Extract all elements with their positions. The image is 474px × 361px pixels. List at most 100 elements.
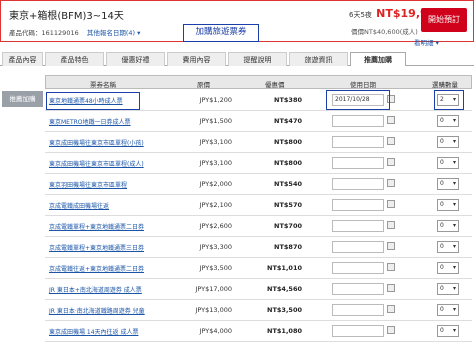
calendar-icon[interactable] <box>387 326 395 334</box>
tab-fees[interactable]: 費用內容 <box>167 52 226 66</box>
start-booking-button[interactable]: 開始預訂 <box>421 8 467 32</box>
original-price: JPY$3,100 <box>199 159 232 167</box>
ticket-highlight-box <box>46 92 140 110</box>
table-row: 東京成田機場 14天內往返 成人票 JPY$4,000 NT$1,080 0 <box>45 321 472 342</box>
original-price: JPY$1,500 <box>199 117 232 125</box>
original-price: JPY$3,300 <box>199 243 232 251</box>
ticket-name-link[interactable]: JR 東日本·南北海道鐵路周遊券 兒童 <box>49 306 145 315</box>
other-dates-link[interactable]: 其他報名日期(4) ▾ <box>87 29 141 37</box>
col-ticket-name: 票券名稱 <box>90 81 116 89</box>
tab-product-content[interactable]: 產品內容 <box>2 52 43 66</box>
tab-reminders[interactable]: 提醒說明 <box>228 52 287 66</box>
quantity-select[interactable]: 0 <box>437 241 459 253</box>
table-row: 京成電鐵單程+東京地鐵通票二日券 JPY$2,600 NT$700 0 <box>45 216 472 237</box>
original-price: JPY$13,000 <box>195 306 232 314</box>
deposit-text: 價價NT$40,600(成人) <box>351 28 418 36</box>
table-row: 京成電鐵單程+東京地鐵通票三日券 JPY$3,300 NT$870 0 <box>45 237 472 258</box>
discount-price: NT$800 <box>274 159 302 167</box>
ticket-name-link[interactable]: JR 東日本+南北海道周遊券 成人票 <box>49 285 142 294</box>
calendar-icon[interactable] <box>387 158 395 166</box>
calendar-icon[interactable] <box>387 284 395 292</box>
use-date-input[interactable] <box>332 157 384 169</box>
trip-days: 6天5夜 <box>349 11 372 19</box>
page: { "header": { "title": "東京+箱根(BFM)3~14天"… <box>0 0 474 361</box>
table-row: 東京羽田機場往東京市區單程 JPY$2,000 NT$540 0 <box>45 174 472 195</box>
discount-price: NT$1,010 <box>267 264 302 272</box>
ticket-name-link[interactable]: 京成電鐵單程+東京地鐵通票二日券 <box>49 222 144 231</box>
calendar-icon[interactable] <box>387 221 395 229</box>
table-row: JR 東日本+南北海道周遊券 成人票 JPY$17,000 NT$4,560 0 <box>45 279 472 300</box>
original-price: JPY$2,600 <box>199 222 232 230</box>
use-date-input[interactable] <box>332 220 384 232</box>
quantity-select[interactable]: 0 <box>437 157 459 169</box>
ticket-name-link[interactable]: 東京成田機場往東京市區單程(成人) <box>49 159 144 168</box>
tab-offers[interactable]: 優惠好禮 <box>106 52 165 66</box>
ticket-name-link[interactable]: 東京羽田機場往東京市區單程 <box>49 180 127 189</box>
use-date-input[interactable] <box>332 283 384 295</box>
discount-price: NT$870 <box>274 243 302 251</box>
calendar-icon[interactable] <box>387 179 395 187</box>
tab-travel-info[interactable]: 旅遊資訊 <box>289 52 348 66</box>
quantity-select[interactable]: 0 <box>437 199 459 211</box>
original-price: JPY$17,000 <box>195 285 232 293</box>
quantity-select[interactable]: 0 <box>437 304 459 316</box>
discount-price: NT$800 <box>274 138 302 146</box>
calendar-icon[interactable] <box>387 200 395 208</box>
original-price: JPY$2,000 <box>199 180 232 188</box>
use-date-input[interactable] <box>332 241 384 253</box>
tab-bar: 產品內容 產品特色 優惠好禮 費用內容 提醒說明 旅遊資訊 推薦加購 <box>0 49 474 66</box>
discount-price: NT$4,560 <box>267 285 302 293</box>
original-price: JPY$4,000 <box>199 327 232 335</box>
ticket-name-link[interactable]: 東京成田機場往東京市區單程(小孩) <box>49 138 144 147</box>
tab-recommended-addons[interactable]: 推薦加購 <box>350 52 406 66</box>
quantity-select[interactable]: 0 <box>437 220 459 232</box>
discount-price: NT$1,080 <box>267 327 302 335</box>
original-price: JPY$1,200 <box>199 96 232 104</box>
use-date-input[interactable] <box>332 325 384 337</box>
quantity-select[interactable]: 0 <box>437 325 459 337</box>
view-details-link[interactable]: 看明細 ▾ <box>414 37 439 47</box>
ticket-name-link[interactable]: 東京METRO地鐵一日券成人票 <box>49 117 131 126</box>
quantity-select[interactable]: 0 <box>437 178 459 190</box>
table-row: 東京成田機場往東京市區單程(成人) JPY$3,100 NT$800 0 <box>45 153 472 174</box>
addon-tickets-banner: 加購旅遊票券 <box>183 24 259 42</box>
calendar-icon[interactable] <box>387 137 395 145</box>
quantity-select[interactable]: 0 <box>437 115 459 127</box>
ticket-name-link[interactable]: 京成電鐵單程+東京地鐵通票三日券 <box>49 243 144 252</box>
use-date-input[interactable] <box>332 199 384 211</box>
quantity-select[interactable]: 0 <box>437 283 459 295</box>
discount-price: NT$3,500 <box>267 306 302 314</box>
discount-price: NT$570 <box>274 201 302 209</box>
use-date-input[interactable] <box>332 136 384 148</box>
table-row: JR 東日本·南北海道鐵路周遊券 兒童 JPY$13,000 NT$3,500 … <box>45 300 472 321</box>
discount-price: NT$470 <box>274 117 302 125</box>
ticket-name-link[interactable]: 京成電鐵往返+東京地鐵通票二日券 <box>49 264 144 273</box>
product-title: 東京+箱根(BFM)3~14天 <box>9 11 124 22</box>
use-date-input[interactable] <box>332 115 384 127</box>
ticket-name-link[interactable]: 京成電鐵成田機場往返 <box>49 201 109 210</box>
calendar-icon[interactable] <box>387 242 395 250</box>
table-row: 京成電鐵往返+東京地鐵通票二日券 JPY$3,500 NT$1,010 0 <box>45 258 472 279</box>
tab-product-features[interactable]: 產品特色 <box>45 52 104 66</box>
calendar-icon[interactable] <box>387 263 395 271</box>
ticket-name-link[interactable]: 東京成田機場 14天內往返 成人票 <box>49 327 138 336</box>
discount-price: NT$540 <box>274 180 302 188</box>
table-header: 票券名稱 原價 優惠價 使用日期 選購數量 <box>45 75 472 89</box>
product-code-row: 產品代碼：161129016 其他報名日期(4) ▾ <box>9 27 140 37</box>
table-row: 東京成田機場往東京市區單程(小孩) JPY$3,100 NT$800 0 <box>45 132 472 153</box>
col-quantity: 選購數量 <box>432 81 458 89</box>
quantity-select[interactable]: 0 <box>437 262 459 274</box>
col-use-date: 使用日期 <box>350 81 376 89</box>
calendar-icon[interactable] <box>387 116 395 124</box>
col-original-price: 原價 <box>197 81 210 89</box>
calendar-icon[interactable] <box>387 305 395 313</box>
table-row: 東京METRO地鐵一日券成人票 JPY$1,500 NT$470 0 <box>45 111 472 132</box>
use-date-input[interactable] <box>332 178 384 190</box>
use-date-input[interactable] <box>332 304 384 316</box>
discount-price: NT$380 <box>274 96 302 104</box>
product-code: 產品代碼：161129016 <box>9 29 79 37</box>
quantity-select[interactable]: 0 <box>437 136 459 148</box>
original-price: JPY$3,100 <box>199 138 232 146</box>
use-date-input[interactable] <box>332 262 384 274</box>
discount-price: NT$700 <box>274 222 302 230</box>
